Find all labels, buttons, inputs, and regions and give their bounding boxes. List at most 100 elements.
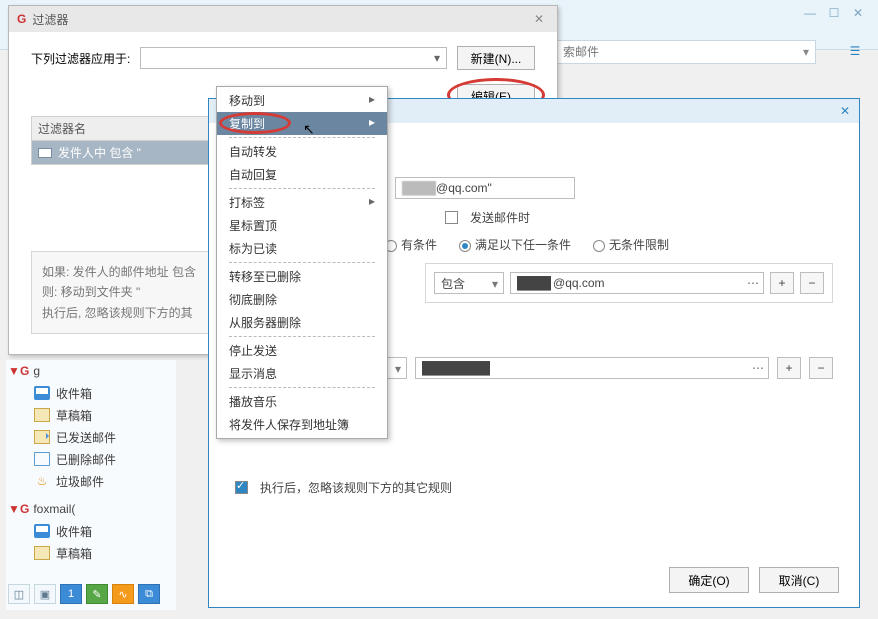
ignore-below-checkbox[interactable]	[235, 481, 248, 494]
cursor-icon: ↖	[303, 121, 315, 138]
menu-perm-delete[interactable]: 彻底删除	[217, 288, 387, 311]
menu-mark-read[interactable]: 标为已读	[217, 237, 387, 260]
cond-none-radio[interactable]	[593, 240, 605, 252]
foxmail-logo-icon: G	[20, 364, 29, 378]
remove-condition-button[interactable]: −	[800, 272, 824, 294]
spam-icon: ♨	[34, 474, 50, 488]
bottom-btn-1[interactable]: ◫	[8, 584, 30, 604]
sidebar-item-deleted[interactable]: 已删除邮件	[6, 448, 176, 470]
sidebar-bottom-toolbar: ◫ ▣ 1 ✎ ∿ ⧉	[8, 584, 160, 604]
account-1[interactable]: ▼ G g	[6, 360, 176, 382]
close-icon[interactable]: ✕	[529, 12, 549, 26]
list-view-icon[interactable]: ☰	[844, 40, 866, 62]
folder-sidebar: ▼ G g 收件箱 草稿箱 已发送邮件 已删除邮件 ♨ 垃圾邮件 ▼ G foxm…	[6, 360, 176, 610]
ok-button[interactable]: 确定(O)	[669, 567, 749, 593]
sidebar-item-drafts-2[interactable]: 草稿箱	[6, 542, 176, 564]
account-2-label: foxmail(	[33, 502, 75, 516]
sidebar-item-drafts[interactable]: 草稿箱	[6, 404, 176, 426]
ellipsis-icon[interactable]: ⋯	[747, 276, 759, 290]
menu-separator	[229, 336, 375, 337]
cancel-button[interactable]: 取消(C)	[759, 567, 839, 593]
search-input[interactable]	[563, 45, 803, 59]
apply-to-label: 下列过滤器应用于:	[31, 50, 130, 67]
window-maximize[interactable]: ☐	[824, 6, 844, 22]
sidebar-item-label: 草稿箱	[56, 545, 92, 562]
filter-description-box: 如果: 发件人的邮件地址 包含 则: 移动到文件夹 " 执行后, 忽略该规则下方…	[31, 251, 216, 334]
cond-none-label: 无条件限制	[609, 238, 669, 252]
add-condition-button[interactable]: +	[770, 272, 794, 294]
menu-play-music[interactable]: 播放音乐	[217, 390, 387, 413]
cond-any-label: 满足以下任一条件	[475, 238, 571, 252]
cond-all-label: 有条件	[401, 238, 437, 252]
bottom-btn-2[interactable]: ▣	[34, 584, 56, 604]
filter-list-header: 过滤器名	[31, 116, 216, 141]
redacted-text: ████████	[422, 361, 490, 375]
menu-stop-send[interactable]: 停止发送	[217, 339, 387, 362]
filter-dialog-titlebar[interactable]: G 过滤器 ✕	[9, 6, 557, 32]
filter-row-text: 发件人中 包含 "	[58, 144, 141, 161]
sidebar-item-label: 已发送邮件	[56, 429, 116, 446]
menu-tag[interactable]: 打标签	[217, 191, 387, 214]
action-context-menu: 移动到 复制到 自动转发 自动回复 打标签 星标置顶 标为已读 转移至已删除 彻…	[216, 86, 388, 439]
condition-operator-value: 包含	[441, 275, 465, 292]
ignore-below-label: 执行后，忽略该规则下方的其它规则	[260, 479, 452, 496]
close-icon[interactable]: ✕	[831, 104, 859, 118]
sidebar-item-sent[interactable]: 已发送邮件	[6, 426, 176, 448]
bottom-btn-3[interactable]: 1	[60, 584, 82, 604]
drafts-icon	[34, 408, 50, 422]
remove-action-button[interactable]: −	[809, 357, 833, 379]
trash-icon	[34, 452, 50, 466]
filter-list-row[interactable]: 发件人中 包含 "	[31, 141, 216, 165]
foxmail-logo-icon: G	[17, 12, 26, 26]
menu-auto-forward[interactable]: 自动转发	[217, 140, 387, 163]
menu-auto-reply[interactable]: 自动回复	[217, 163, 387, 186]
search-box[interactable]: ▾	[556, 40, 816, 64]
filter-dialog-title: 过滤器	[32, 11, 68, 28]
rule-name-field[interactable]: ████ @qq.com"	[395, 177, 575, 199]
menu-star-top[interactable]: 星标置顶	[217, 214, 387, 237]
rule-name-suffix: @qq.com"	[436, 181, 492, 195]
window-minimize[interactable]: —	[800, 6, 820, 22]
account-2[interactable]: ▼ G foxmail(	[6, 498, 176, 520]
menu-save-address[interactable]: 将发件人保存到地址簿	[217, 413, 387, 436]
sidebar-item-inbox-2[interactable]: 收件箱	[6, 520, 176, 542]
foxmail-logo-icon: G	[20, 502, 29, 516]
bottom-btn-4[interactable]: ✎	[86, 584, 108, 604]
redacted-text: ████	[402, 181, 436, 195]
mail-icon	[38, 148, 52, 158]
send-when-checkbox[interactable]	[445, 211, 458, 224]
sent-icon	[34, 430, 50, 444]
sidebar-item-inbox[interactable]: 收件箱	[6, 382, 176, 404]
apply-to-account-select[interactable]	[140, 47, 447, 69]
sidebar-item-label: 收件箱	[56, 523, 92, 540]
bottom-btn-5[interactable]: ∿	[112, 584, 134, 604]
inbox-icon	[34, 386, 50, 400]
sidebar-item-label: 垃圾邮件	[56, 473, 104, 490]
desc-line-3: 执行后, 忽略该规则下方的其	[42, 303, 205, 323]
window-close[interactable]: ✕	[848, 6, 868, 22]
redacted-text: ████	[517, 276, 551, 290]
cond-any-radio[interactable]	[459, 240, 471, 252]
new-filter-button[interactable]: 新建(N)...	[457, 46, 535, 70]
condition-value-suffix: @qq.com	[553, 276, 605, 290]
inbox-icon	[34, 524, 50, 538]
add-action-button[interactable]: +	[777, 357, 801, 379]
menu-move-deleted[interactable]: 转移至已删除	[217, 265, 387, 288]
menu-server-delete[interactable]: 从服务器删除	[217, 311, 387, 334]
drafts-icon	[34, 546, 50, 560]
condition-value-field[interactable]: ████ @qq.com ⋯	[510, 272, 764, 294]
menu-move-to[interactable]: 移动到	[217, 89, 387, 112]
menu-separator	[229, 137, 375, 138]
action-value-field[interactable]: ████████ ⋯	[415, 357, 769, 379]
annotation-circle	[219, 112, 291, 134]
ellipsis-icon[interactable]: ⋯	[752, 361, 764, 375]
sidebar-item-spam[interactable]: ♨ 垃圾邮件	[6, 470, 176, 492]
desc-line-2: 则: 移动到文件夹 "	[42, 282, 205, 302]
menu-show-msg[interactable]: 显示消息	[217, 362, 387, 385]
account-1-label: g	[33, 364, 40, 378]
condition-operator-select[interactable]: 包含	[434, 272, 504, 294]
bottom-btn-6[interactable]: ⧉	[138, 584, 160, 604]
desc-line-1: 如果: 发件人的邮件地址 包含	[42, 262, 205, 282]
menu-separator	[229, 188, 375, 189]
search-dropdown-icon[interactable]: ▾	[803, 45, 809, 59]
